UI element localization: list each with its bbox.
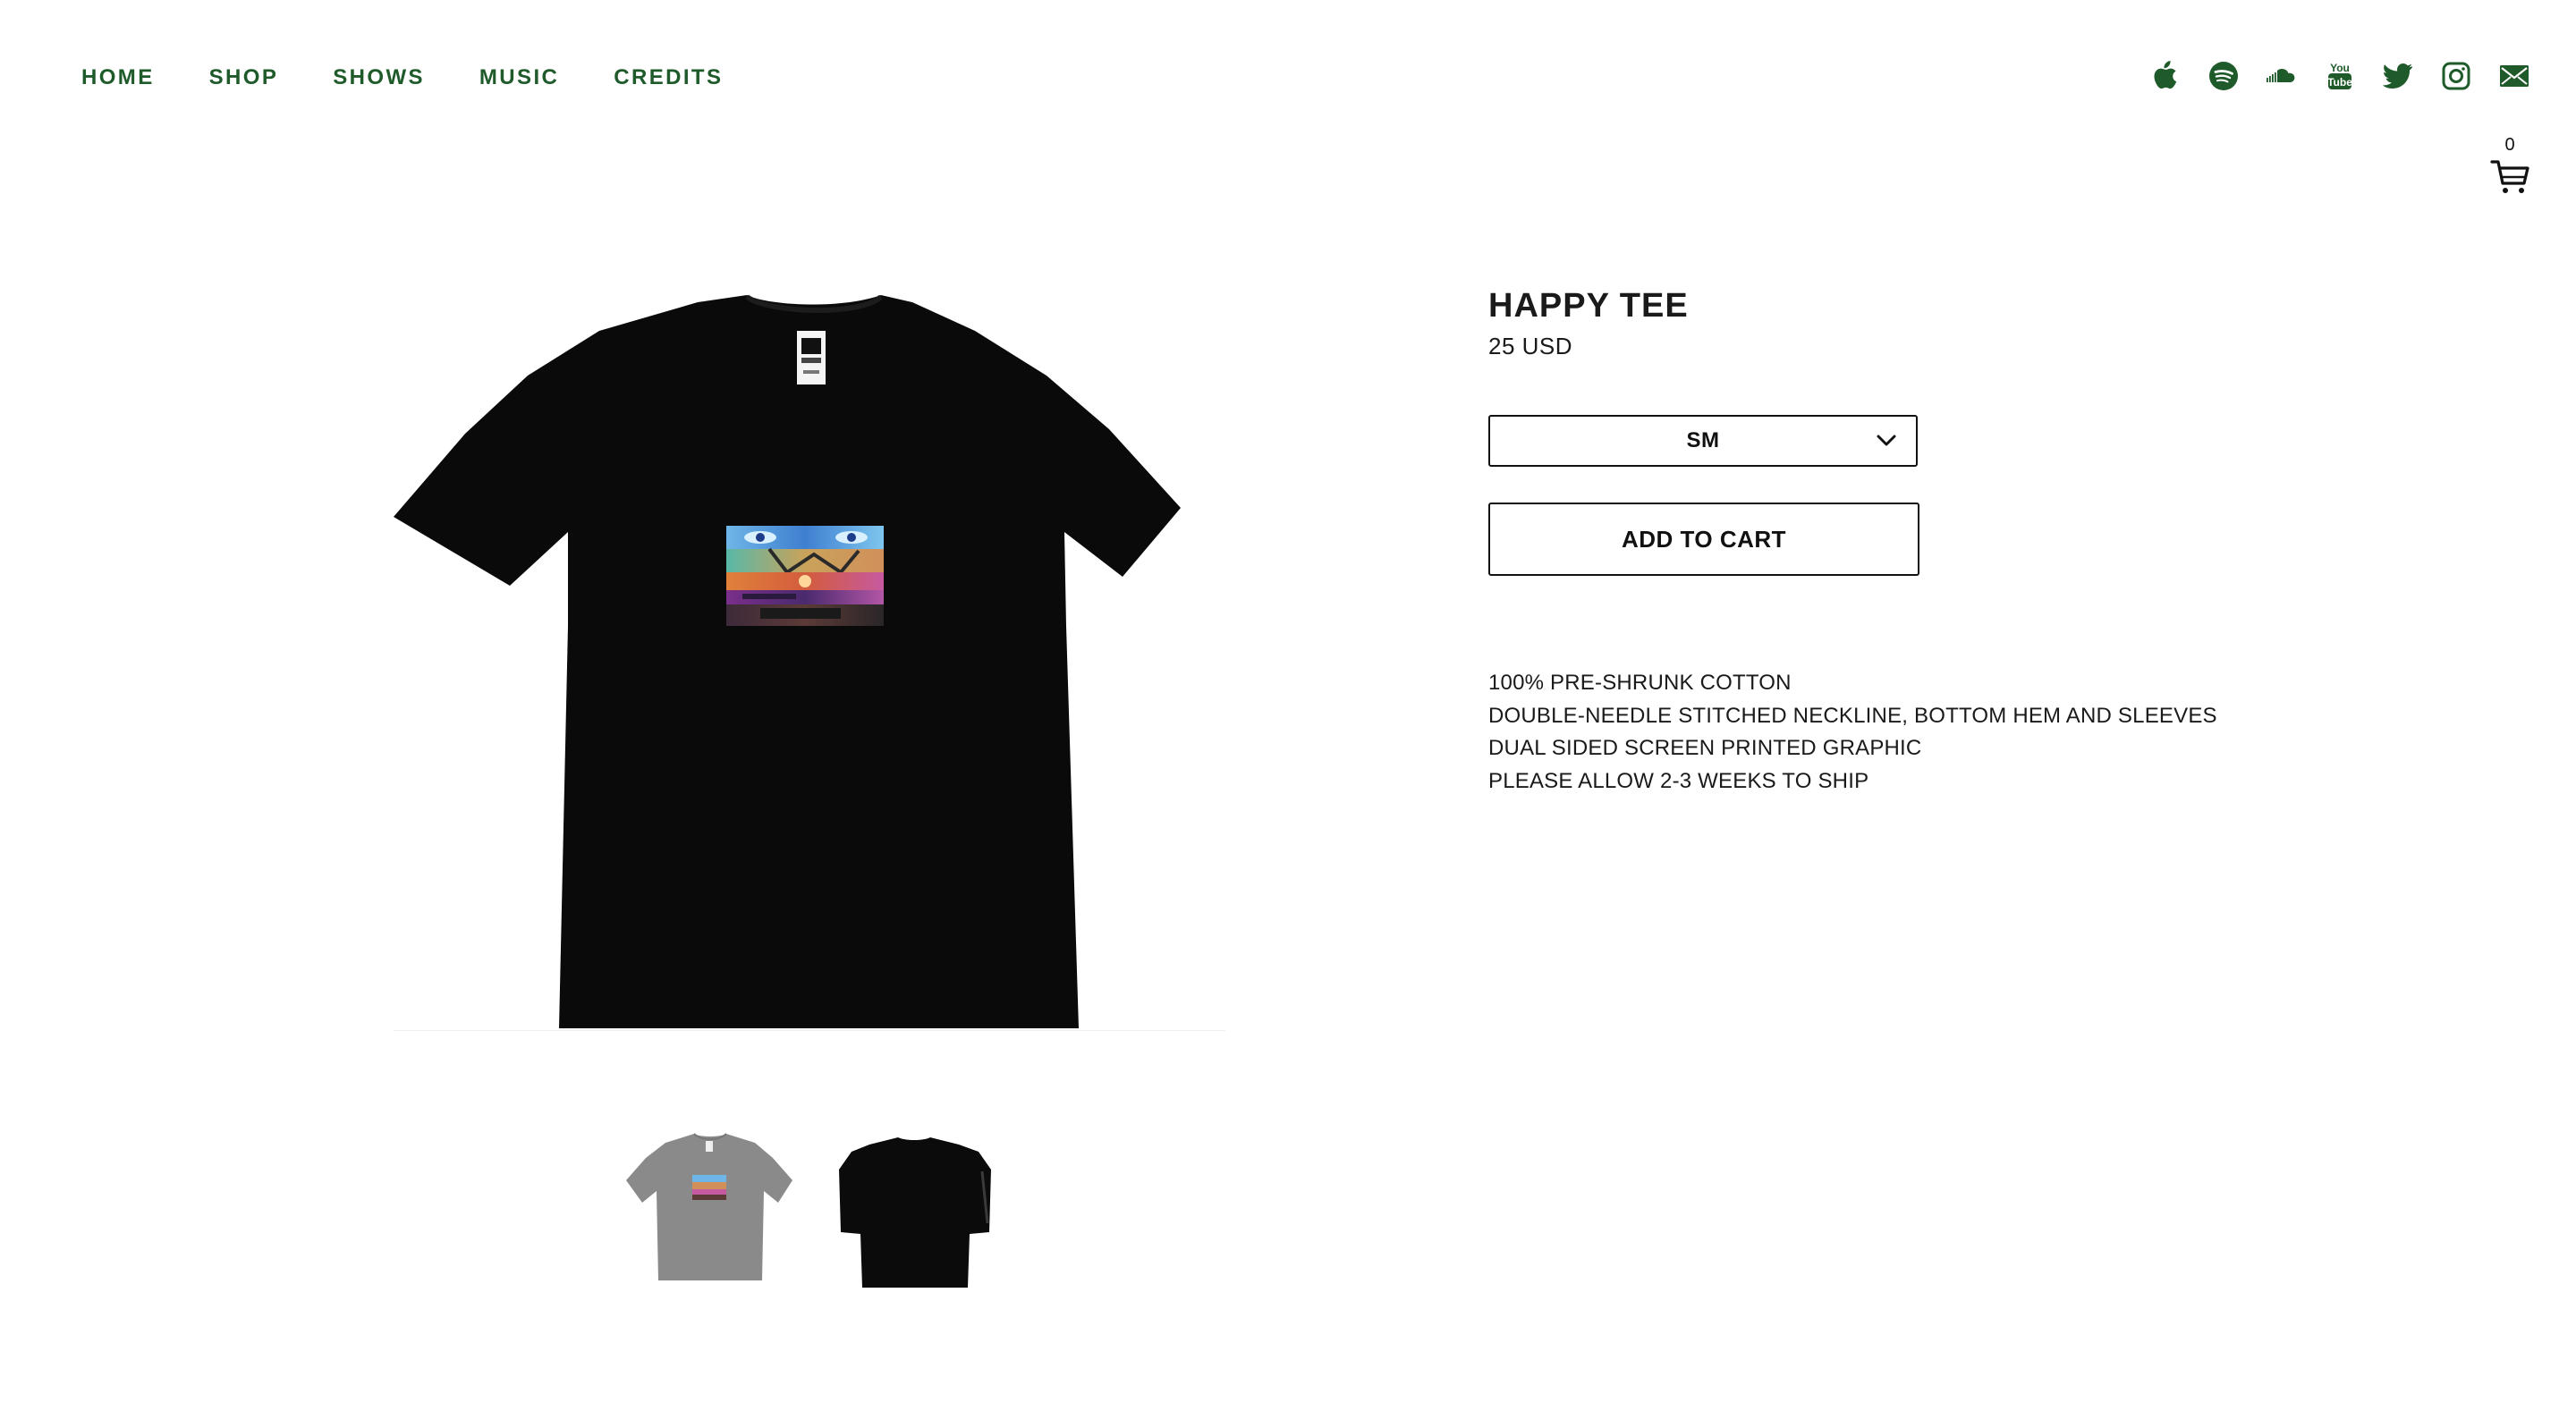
detail-line: PLEASE ALLOW 2-3 WEEKS TO SHIP [1488, 768, 1869, 793]
nav-shows[interactable]: SHOWS [333, 64, 425, 91]
twitter-icon[interactable] [2383, 61, 2413, 91]
main-nav: HOME SHOP SHOWS MUSIC CREDITS [81, 64, 777, 91]
chevron-down-icon [1877, 435, 1896, 446]
add-to-cart-button[interactable]: ADD TO CART [1488, 503, 1919, 576]
product-info: HAPPY TEE 25 USD SM ADD TO CART 100% PRE… [1488, 286, 2293, 798]
size-select[interactable]: SM [1488, 415, 1918, 467]
cart-icon [2490, 160, 2529, 199]
spotify-icon[interactable] [2208, 61, 2239, 91]
nav-home[interactable]: HOME [81, 64, 155, 91]
detail-line: DOUBLE-NEEDLE STITCHED NECKLINE, BOTTOM … [1488, 703, 2217, 728]
soundcloud-icon[interactable] [2267, 61, 2297, 91]
social-links: You Tube [2123, 61, 2529, 91]
apple-music-icon[interactable] [2150, 61, 2181, 91]
svg-text:You: You [2330, 62, 2350, 74]
nav-credits[interactable]: CREDITS [614, 64, 723, 91]
cart-button[interactable]: 0 [2490, 134, 2529, 199]
product-title: HAPPY TEE [1488, 287, 1689, 325]
thumbnail-black-tee-back[interactable] [825, 1118, 1004, 1297]
detail-line: 100% PRE-SHRUNK COTTON [1488, 671, 1792, 695]
product-price: 25 USD [1488, 333, 1573, 359]
mail-icon[interactable] [2499, 61, 2529, 91]
svg-text:Tube: Tube [2327, 76, 2352, 89]
thumbnail-gallery [621, 1118, 1004, 1297]
product-page: HOME SHOP SHOWS MUSIC CREDITS You Tube 0… [0, 0, 2576, 1411]
product-main-image[interactable] [394, 277, 1234, 1031]
size-selected-value: SM [1686, 428, 1720, 452]
nav-music[interactable]: MUSIC [479, 64, 559, 91]
detail-line: DUAL SIDED SCREEN PRINTED GRAPHIC [1488, 736, 1922, 760]
product-details: 100% PRE-SHRUNK COTTON DOUBLE-NEEDLE STI… [1488, 667, 2293, 798]
cart-count: 0 [2504, 135, 2515, 155]
thumbnail-grey-tee-front[interactable] [621, 1118, 800, 1297]
youtube-icon[interactable]: You Tube [2325, 61, 2355, 91]
instagram-icon[interactable] [2441, 61, 2471, 91]
nav-shop[interactable]: SHOP [209, 64, 279, 91]
image-divider [394, 1030, 1225, 1031]
